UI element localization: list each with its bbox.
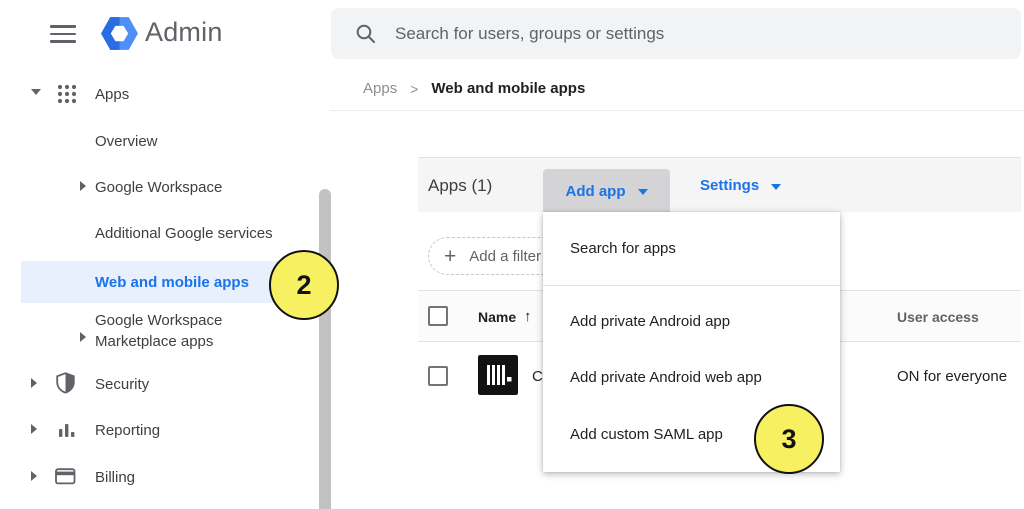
sidebar-item-reporting[interactable]: Reporting [95, 421, 160, 441]
sidebar-item-security[interactable]: Security [95, 375, 149, 395]
menu-item-add-custom-saml-app[interactable]: Add custom SAML app [570, 425, 723, 445]
settings-label: Settings [700, 177, 759, 194]
caret-right-icon[interactable] [31, 471, 37, 481]
caret-right-icon[interactable] [80, 181, 86, 191]
plus-icon: + [444, 246, 456, 267]
breadcrumb-apps-link[interactable]: Apps [363, 80, 397, 97]
add-app-button[interactable]: Add app [543, 169, 670, 213]
sidebar-item-overview[interactable]: Overview [95, 132, 158, 152]
menu-divider [543, 285, 840, 286]
breadcrumb-divider [330, 110, 1024, 111]
user-access-column-header: User access [897, 291, 979, 342]
sidebar-item-google-workspace[interactable]: Google Workspace [95, 178, 222, 198]
menu-item-search-for-apps[interactable]: Search for apps [570, 239, 676, 259]
billing-card-icon [55, 468, 76, 485]
menu-item-add-private-android-app[interactable]: Add private Android app [570, 312, 730, 332]
breadcrumb-current: Web and mobile apps [431, 80, 585, 97]
caret-down-icon [638, 189, 648, 195]
brand-title: Admin [145, 17, 223, 48]
row-checkbox[interactable] [428, 366, 448, 386]
search-icon [355, 23, 377, 45]
sidebar-item-web-and-mobile-apps[interactable]: Web and mobile apps [21, 261, 279, 303]
settings-button[interactable]: Settings [700, 158, 781, 213]
global-search-bar[interactable] [331, 8, 1021, 59]
sidebar-item-additional-google-services[interactable]: Additional Google services [95, 224, 273, 244]
security-shield-icon [55, 372, 76, 394]
reporting-bar-chart-icon [57, 421, 76, 439]
app-name-cell: C [532, 343, 543, 410]
sidebar-item-apps[interactable]: Apps [95, 85, 129, 105]
add-filter-label: Add a filter [469, 248, 541, 265]
annotation-step-2: 2 [269, 250, 339, 320]
caret-down-icon [771, 184, 781, 190]
caret-down-icon[interactable] [31, 89, 41, 95]
breadcrumb-separator: > [410, 81, 418, 97]
sidebar-scrollbar[interactable] [319, 189, 331, 509]
add-app-label: Add app [566, 183, 626, 200]
search-input[interactable] [395, 24, 955, 44]
google-admin-logo-icon[interactable] [99, 13, 140, 54]
apps-grid-icon [56, 83, 78, 105]
menu-item-add-private-android-web-app[interactable]: Add private Android web app [570, 368, 762, 388]
caret-right-icon[interactable] [31, 424, 37, 434]
sidebar-item-billing[interactable]: Billing [95, 468, 135, 488]
sort-ascending-icon[interactable]: ↑ [524, 291, 532, 342]
user-access-cell: ON for everyone [897, 343, 1007, 410]
name-column-header[interactable]: Name [478, 291, 516, 342]
apps-toolbar: Apps (1) Add app Settings [418, 157, 1021, 212]
caret-right-icon[interactable] [80, 332, 86, 342]
hamburger-menu-icon[interactable] [50, 25, 76, 43]
admin-console-screen: Admin Apps > Web and mobile apps Apps Ov… [0, 0, 1024, 509]
app-logo-icon [478, 355, 518, 395]
select-all-checkbox[interactable] [428, 306, 448, 326]
sidebar-item-marketplace-apps[interactable]: Google Workspace Marketplace apps [95, 310, 275, 352]
breadcrumb: Apps > Web and mobile apps [363, 80, 585, 97]
sidebar-item-label: Web and mobile apps [95, 274, 249, 291]
annotation-step-3: 3 [754, 404, 824, 474]
caret-right-icon[interactable] [31, 378, 37, 388]
apps-count-title: Apps (1) [428, 158, 492, 213]
